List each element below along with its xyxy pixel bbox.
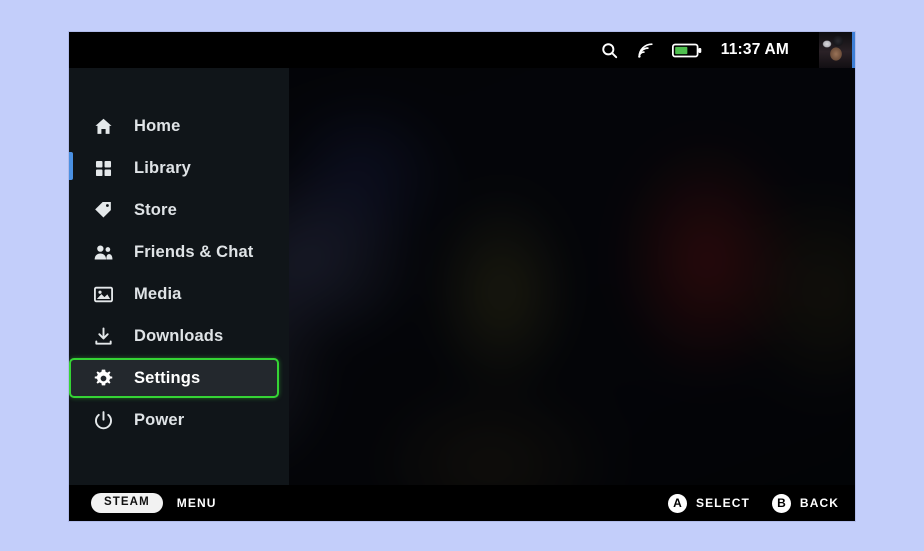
sidebar-item-label: Home xyxy=(134,116,181,135)
select-label: SELECT xyxy=(695,496,750,510)
sidebar-item-media[interactable]: Media xyxy=(69,274,279,314)
bottom-bar-left: STEAM MENU xyxy=(91,493,216,513)
sidebar-item-library[interactable]: Library xyxy=(69,148,279,188)
sidebar-item-label: Library xyxy=(134,158,191,177)
sidebar-item-label: Store xyxy=(134,200,177,219)
gear-icon xyxy=(91,366,115,390)
sidebar-item-label: Settings xyxy=(134,368,201,387)
sidebar-item-label: Media xyxy=(134,284,182,303)
bottom-bar: STEAM MENU A SELECT B BACK xyxy=(69,485,855,521)
tag-icon xyxy=(91,198,115,222)
status-icons-group: 11:37 AM xyxy=(600,32,855,68)
select-hint[interactable]: A SELECT xyxy=(667,493,750,513)
steam-deck-screen: 11:37 AM Home Library Store Friends & Ch… xyxy=(69,32,855,521)
sidebar-item-store[interactable]: Store xyxy=(69,190,279,230)
avatar-image xyxy=(819,32,852,68)
avatar-accent-bar xyxy=(852,32,855,68)
a-button-icon: A xyxy=(667,493,687,513)
sidebar-item-settings[interactable]: Settings xyxy=(69,358,279,398)
search-icon[interactable] xyxy=(600,41,619,60)
sidebar-item-label: Power xyxy=(134,410,185,429)
sidebar-item-power[interactable]: Power xyxy=(69,400,279,440)
steam-button-pill[interactable]: STEAM xyxy=(91,493,163,513)
battery-icon xyxy=(671,42,702,59)
sidebar-item-label: Friends & Chat xyxy=(134,242,254,261)
download-icon xyxy=(91,324,115,348)
sidebar-item-friends-chat[interactable]: Friends & Chat xyxy=(69,232,279,272)
sidebar-item-home[interactable]: Home xyxy=(69,106,279,146)
clock: 11:37 AM xyxy=(720,41,789,58)
image-icon xyxy=(91,282,115,306)
power-icon xyxy=(91,408,115,432)
sidebar-item-downloads[interactable]: Downloads xyxy=(69,316,279,356)
grid-icon xyxy=(91,156,115,180)
page-root: 11:37 AM Home Library Store Friends & Ch… xyxy=(0,0,924,551)
people-icon xyxy=(91,240,115,264)
bottom-bar-right: A SELECT B BACK xyxy=(667,493,839,513)
sidebar-menu: Home Library Store Friends & Chat Media … xyxy=(69,68,289,485)
menu-label: MENU xyxy=(176,496,217,510)
b-button-icon: B xyxy=(771,493,791,513)
status-bar: 11:37 AM xyxy=(69,32,855,68)
sidebar-item-label: Downloads xyxy=(134,326,224,345)
avatar[interactable] xyxy=(819,32,855,68)
wifi-icon[interactable] xyxy=(636,41,655,60)
home-icon xyxy=(91,114,115,138)
back-hint[interactable]: B BACK xyxy=(771,493,839,513)
back-label: BACK xyxy=(799,496,839,510)
